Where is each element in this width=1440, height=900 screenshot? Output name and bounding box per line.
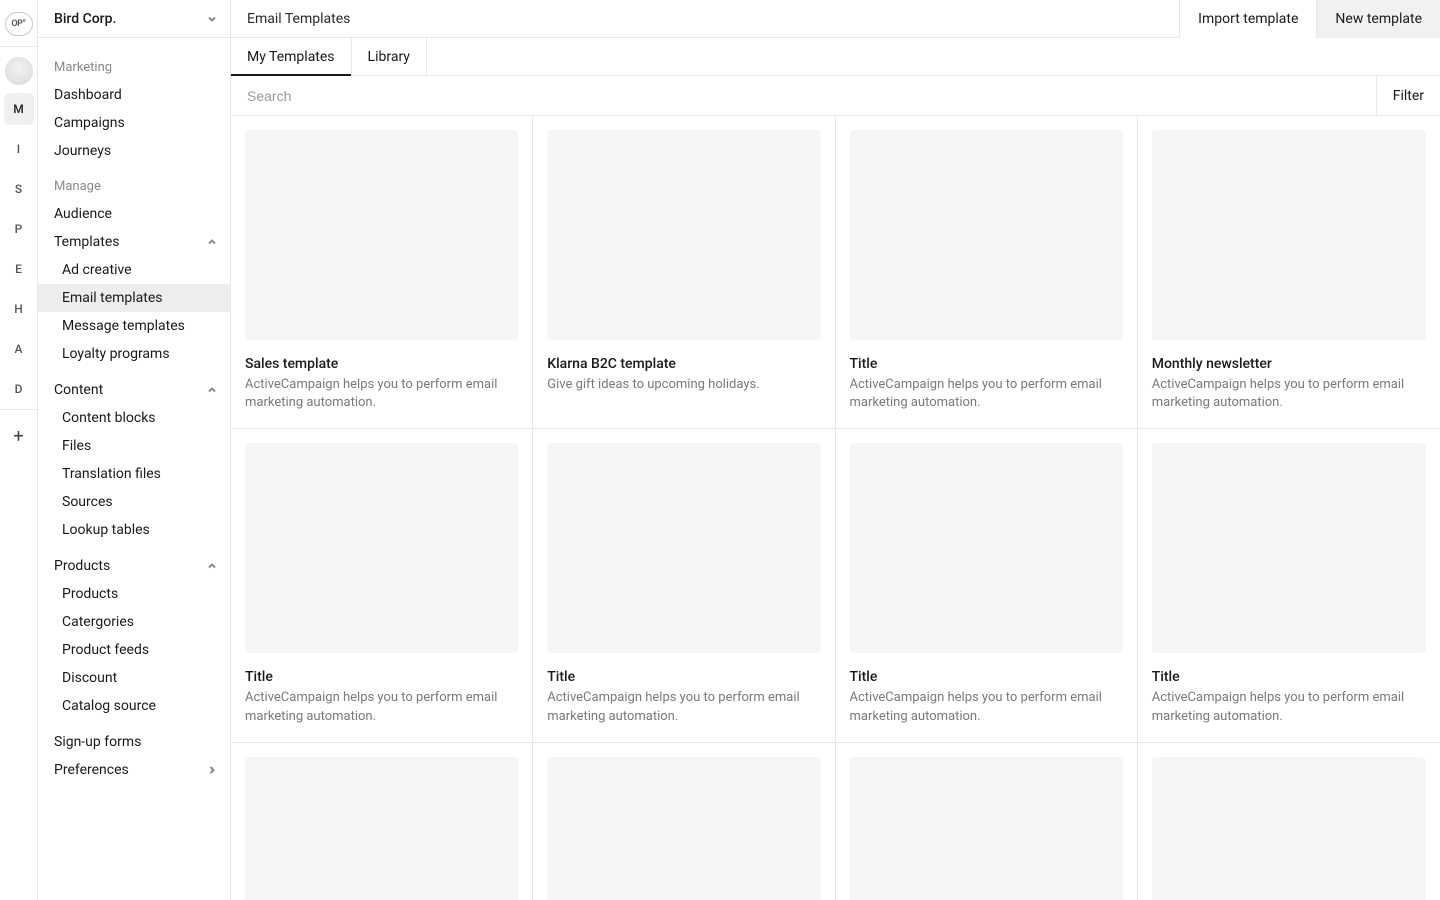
sidebar-subitem-product-feeds[interactable]: Product feeds [38, 636, 230, 664]
sidebar-subitem-ad-creative[interactable]: Ad creative [38, 256, 230, 284]
tab-my-templates[interactable]: My Templates [231, 38, 352, 75]
template-grid: Sales template ActiveCampaign helps you … [231, 116, 1440, 900]
template-thumbnail [1152, 130, 1426, 340]
template-card[interactable] [231, 743, 533, 900]
org-switcher[interactable]: Bird Corp. [38, 0, 230, 38]
sidebar: Bird Corp. Marketing Dashboard Campaigns… [38, 0, 231, 900]
template-title: Title [1152, 669, 1426, 685]
template-title: Title [850, 356, 1123, 372]
searchbar: Filter [231, 76, 1440, 116]
iconrail-add-button[interactable]: + [4, 420, 34, 452]
sidebar-item-audience[interactable]: Audience [38, 200, 230, 228]
template-card[interactable] [533, 743, 835, 900]
topbar: Email Templates Import template New temp… [231, 0, 1440, 38]
template-thumbnail [547, 757, 820, 900]
template-description: ActiveCampaign helps you to perform emai… [850, 376, 1123, 412]
template-card[interactable]: Title ActiveCampaign helps you to perfor… [1138, 429, 1440, 742]
iconrail-item-h[interactable]: H [4, 293, 34, 325]
sidebar-subitem-loyalty-programs[interactable]: Loyalty programs [38, 340, 230, 368]
iconrail-item-m[interactable]: M [4, 93, 34, 125]
sidebar-subitem-email-templates[interactable]: Email templates [38, 284, 230, 312]
template-thumbnail [245, 443, 518, 653]
workspace-avatar-icon[interactable] [5, 57, 33, 85]
sidebar-subitem-content-blocks[interactable]: Content blocks [38, 404, 230, 432]
sidebar-item-campaigns[interactable]: Campaigns [38, 109, 230, 137]
template-thumbnail [850, 443, 1123, 653]
tabbar: My Templates Library [231, 38, 1440, 76]
chevron-up-icon [206, 384, 218, 396]
search-input[interactable] [231, 76, 1376, 115]
iconrail-item-i[interactable]: I [4, 133, 34, 165]
template-description: ActiveCampaign helps you to perform emai… [245, 376, 518, 412]
iconrail: OP° M I S P E H A D + [0, 0, 38, 900]
sidebar-subitem-message-templates[interactable]: Message templates [38, 312, 230, 340]
iconrail-item-p[interactable]: P [4, 213, 34, 245]
sidebar-subitem-products[interactable]: Products [38, 580, 230, 608]
sidebar-subitem-lookup-tables[interactable]: Lookup tables [38, 516, 230, 544]
sidebar-item-preferences[interactable]: Preferences [38, 756, 230, 784]
template-card[interactable]: Klarna B2C template Give gift ideas to u… [533, 116, 835, 429]
template-title: Klarna B2C template [547, 356, 820, 372]
template-card[interactable] [1138, 743, 1440, 900]
new-template-button[interactable]: New template [1316, 0, 1440, 38]
template-thumbnail [1152, 757, 1426, 900]
sidebar-section-marketing: Marketing [38, 46, 230, 81]
page-title: Email Templates [247, 11, 1179, 27]
sidebar-group-templates[interactable]: Templates [38, 228, 230, 256]
sidebar-group-products[interactable]: Products [38, 552, 230, 580]
tab-library[interactable]: Library [352, 38, 427, 75]
iconrail-item-s[interactable]: S [4, 173, 34, 205]
iconrail-divider [0, 46, 37, 47]
template-card[interactable]: Title ActiveCampaign helps you to perfor… [836, 429, 1138, 742]
sidebar-subitem-files[interactable]: Files [38, 432, 230, 460]
template-card[interactable]: Monthly newsletter ActiveCampaign helps … [1138, 116, 1440, 429]
sidebar-section-manage: Manage [38, 165, 230, 200]
import-template-button[interactable]: Import template [1179, 0, 1316, 38]
template-title: Title [245, 669, 518, 685]
template-description: ActiveCampaign helps you to perform emai… [547, 689, 820, 725]
filter-button[interactable]: Filter [1376, 76, 1440, 115]
template-title: Sales template [245, 356, 518, 372]
template-thumbnail [850, 130, 1123, 340]
template-card[interactable]: Title ActiveCampaign helps you to perfor… [836, 116, 1138, 429]
template-description: ActiveCampaign helps you to perform emai… [850, 689, 1123, 725]
template-description: ActiveCampaign helps you to perform emai… [1152, 689, 1426, 725]
chevron-right-icon [206, 764, 218, 776]
template-thumbnail [245, 130, 518, 340]
main-content: Email Templates Import template New temp… [231, 0, 1440, 900]
app-logo-icon[interactable]: OP° [5, 12, 33, 36]
sidebar-subitem-sources[interactable]: Sources [38, 488, 230, 516]
chevron-up-icon [206, 560, 218, 572]
chevron-down-icon [206, 13, 218, 25]
template-thumbnail [1152, 443, 1426, 653]
iconrail-item-d[interactable]: D [4, 373, 34, 405]
iconrail-divider [0, 409, 37, 410]
template-card[interactable] [836, 743, 1138, 900]
template-title: Title [547, 669, 820, 685]
iconrail-item-e[interactable]: E [4, 253, 34, 285]
sidebar-item-dashboard[interactable]: Dashboard [38, 81, 230, 109]
sidebar-group-content[interactable]: Content [38, 376, 230, 404]
org-name: Bird Corp. [54, 11, 116, 27]
template-thumbnail [547, 443, 820, 653]
template-title: Title [850, 669, 1123, 685]
sidebar-subitem-translation-files[interactable]: Translation files [38, 460, 230, 488]
template-card[interactable]: Title ActiveCampaign helps you to perfor… [533, 429, 835, 742]
template-card[interactable]: Sales template ActiveCampaign helps you … [231, 116, 533, 429]
template-card[interactable]: Title ActiveCampaign helps you to perfor… [231, 429, 533, 742]
sidebar-subitem-catalog-source[interactable]: Catalog source [38, 692, 230, 720]
iconrail-item-a[interactable]: A [4, 333, 34, 365]
sidebar-subitem-discount[interactable]: Discount [38, 664, 230, 692]
template-title: Monthly newsletter [1152, 356, 1426, 372]
template-thumbnail [245, 757, 518, 900]
template-description: ActiveCampaign helps you to perform emai… [1152, 376, 1426, 412]
sidebar-subitem-categories[interactable]: Catergories [38, 608, 230, 636]
template-thumbnail [850, 757, 1123, 900]
sidebar-item-signup-forms[interactable]: Sign-up forms [38, 728, 230, 756]
chevron-up-icon [206, 236, 218, 248]
template-description: Give gift ideas to upcoming holidays. [547, 376, 820, 394]
template-description: ActiveCampaign helps you to perform emai… [245, 689, 518, 725]
template-thumbnail [547, 130, 820, 340]
sidebar-item-journeys[interactable]: Journeys [38, 137, 230, 165]
